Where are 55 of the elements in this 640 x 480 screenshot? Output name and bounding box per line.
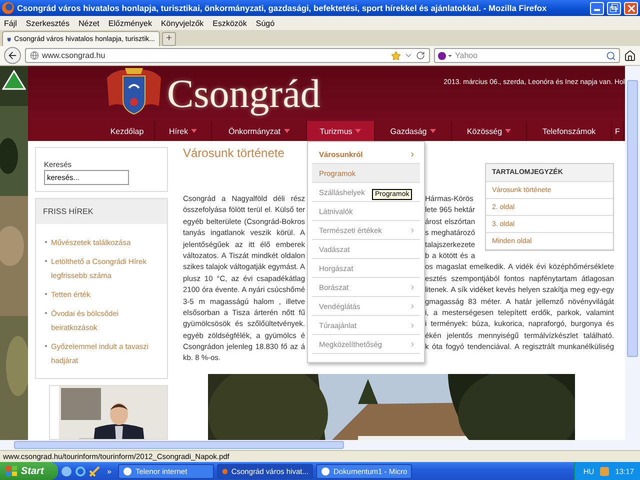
new-tab-button[interactable]: + — [162, 32, 176, 46]
favicon-icon — [7, 34, 12, 44]
chevron-icon — [409, 150, 416, 158]
menu-item[interactable]: Szerkesztés — [26, 18, 70, 28]
nav-item[interactable]: Közösség — [452, 121, 527, 141]
article-title: Városunk története — [183, 146, 284, 162]
restore-icon — [610, 4, 618, 12]
caret-icon — [191, 129, 198, 133]
nav-item[interactable]: Telefonszámok — [527, 121, 612, 141]
site-logo-text[interactable]: Csongrád — [167, 70, 320, 117]
back-arrow-icon — [7, 50, 18, 61]
search-icon[interactable] — [606, 50, 616, 60]
nav-item[interactable]: F — [612, 121, 624, 141]
search-engine-icon — [438, 52, 452, 60]
scroll-thumb[interactable] — [627, 80, 638, 357]
start-button[interactable]: Start — [0, 462, 58, 480]
caret-icon — [284, 129, 290, 133]
back-button[interactable] — [4, 47, 21, 64]
windows-logo-icon — [6, 466, 17, 476]
chevron-icon — [409, 226, 416, 234]
up-arrow-icon[interactable] — [2, 70, 26, 90]
star-icon[interactable] — [391, 50, 401, 60]
browser-logo-icon — [2, 2, 14, 14]
caret-icon — [505, 129, 512, 133]
menu-item[interactable]: Fájl — [4, 18, 17, 28]
menu-item[interactable]: Könyvjelzők — [160, 18, 204, 28]
home-icon[interactable] — [624, 50, 636, 62]
chevron-icon — [409, 340, 416, 348]
caret-icon — [355, 129, 362, 133]
restore-button[interactable] — [607, 2, 621, 14]
nav-item[interactable]: Turizmus — [307, 121, 375, 141]
close-icon — [628, 4, 634, 12]
search-field[interactable]: Yahoo — [434, 48, 620, 63]
dropdown-icon[interactable] — [404, 51, 413, 60]
nav-item[interactable]: Gazdaság — [375, 121, 452, 141]
reload-icon[interactable] — [416, 51, 425, 60]
scroll-thumb[interactable] — [14, 441, 344, 449]
coat-of-arms-logo — [105, 66, 163, 116]
globe-icon — [30, 51, 39, 60]
news-heading: FRISS HÍREK — [36, 199, 167, 224]
chevron-icon — [409, 302, 416, 310]
menu-item[interactable]: Eszközök — [212, 18, 247, 28]
address-field[interactable]: www.csongrad.hu — [25, 48, 430, 63]
window-title: Csongrád város hivatalos honlapja, turisztikai, önkormányzati, gazdasági, befektetési, sport hírekkel és ajánlatokkal. - Mozilla Firefox — [17, 3, 548, 13]
scrollbar[interactable] — [625, 66, 640, 440]
close-button[interactable] — [624, 2, 638, 14]
chevron-icon — [409, 322, 416, 328]
chevron-icon — [409, 284, 416, 290]
more-button[interactable]: » — [107, 466, 112, 476]
menu-item[interactable]: Súgó — [256, 18, 275, 28]
caret-icon — [430, 129, 436, 133]
menu-item[interactable]: Előzmények — [108, 18, 152, 28]
minimize-button[interactable] — [590, 2, 604, 14]
scrollbar[interactable] — [0, 440, 640, 450]
menu-item[interactable]: Nézet — [78, 18, 100, 28]
